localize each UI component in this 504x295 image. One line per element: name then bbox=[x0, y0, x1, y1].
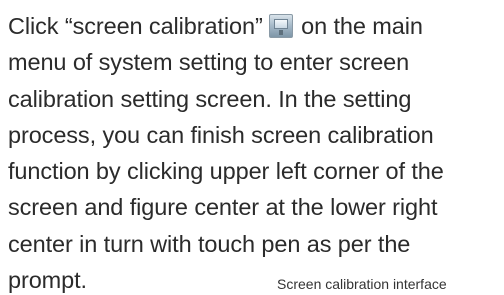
figure-caption: Screen calibration interface bbox=[277, 276, 447, 292]
line-1-start-text: Click “screen calibration” bbox=[8, 13, 263, 39]
paragraph-line-7: center in turn with touch pen as per the bbox=[8, 230, 411, 257]
screen-calibration-icon bbox=[268, 14, 293, 38]
instruction-paragraph: Click “screen calibration” on the main m… bbox=[0, 0, 504, 295]
paragraph-line-5: function by clicking upper left corner o… bbox=[8, 158, 444, 185]
paragraph-line-3: calibration setting screen. In the setti… bbox=[8, 85, 412, 112]
line-1-end-text: on the main bbox=[301, 13, 423, 39]
paragraph-line-4: process, you can finish screen calibrati… bbox=[8, 121, 434, 148]
paragraph-line-2: menu of system setting to enter screen bbox=[8, 49, 410, 76]
document-page: Click “screen calibration” on the main m… bbox=[0, 0, 504, 295]
paragraph-line-1: Click “screen calibration” on the main bbox=[8, 8, 504, 44]
paragraph-line-6: screen and figure center at the lower ri… bbox=[8, 194, 438, 221]
